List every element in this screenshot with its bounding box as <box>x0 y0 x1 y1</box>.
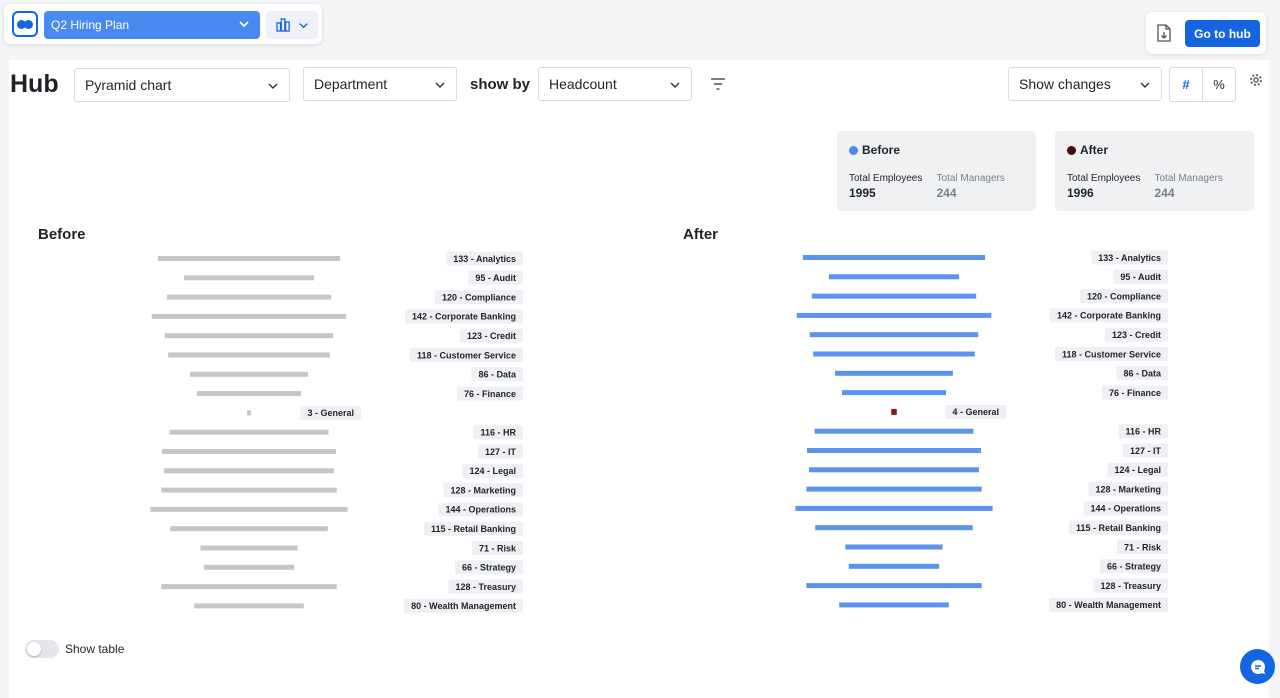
bar-it[interactable] <box>807 448 981 453</box>
bar-label: 116 - HR <box>1125 427 1161 437</box>
bar-label: 128 - Marketing <box>1095 484 1161 494</box>
bar-compliance[interactable] <box>811 293 977 299</box>
show-table-toggle[interactable] <box>25 640 59 658</box>
bar-label: 115 - Retail Banking <box>431 524 516 534</box>
bar-marketing[interactable] <box>161 487 337 493</box>
bar-analytics[interactable] <box>157 256 341 261</box>
bar-label: 124 - Legal <box>469 466 516 476</box>
bar-operations[interactable] <box>150 506 348 512</box>
bar-label: 95 - Audit <box>1120 272 1161 282</box>
bar-credit[interactable] <box>164 333 334 339</box>
bar-strategy[interactable] <box>203 564 295 570</box>
bar-label: 128 - Treasury <box>1100 581 1161 591</box>
show-table-label: Show table <box>65 642 125 656</box>
bar-strategy[interactable] <box>848 563 940 569</box>
bar-label: 4 - General <box>952 407 999 417</box>
bar-label: 80 - Wealth Management <box>1056 600 1161 610</box>
bar-it[interactable] <box>162 449 336 454</box>
bar-label: 128 - Marketing <box>450 485 516 495</box>
bar-label: 76 - Finance <box>1109 388 1161 398</box>
bar-label: 66 - Strategy <box>462 563 516 573</box>
bar-label: 116 - HR <box>480 428 516 438</box>
bar-label: 95 - Audit <box>475 273 516 283</box>
bar-label: 142 - Corporate Banking <box>412 312 516 322</box>
bar-label: 144 - Operations <box>445 505 516 515</box>
bar-retail-banking[interactable] <box>170 526 328 532</box>
bar-operations[interactable] <box>795 505 993 511</box>
bar-label: 123 - Credit <box>1112 330 1161 340</box>
bar-audit[interactable] <box>183 275 315 281</box>
bar-legal[interactable] <box>164 468 334 474</box>
bar-risk[interactable] <box>200 545 298 551</box>
bar-label: 86 - Data <box>478 370 517 380</box>
bar-treasury[interactable] <box>806 583 982 589</box>
bar-corporate-banking[interactable] <box>151 313 347 319</box>
chat-icon <box>1250 659 1265 674</box>
bar-label: 3 - General <box>307 408 354 418</box>
bar-label: 115 - Retail Banking <box>1076 523 1161 533</box>
bar-analytics[interactable] <box>802 255 986 260</box>
bar-data[interactable] <box>835 370 953 376</box>
chat-support-button[interactable] <box>1240 649 1275 684</box>
bar-label: 120 - Compliance <box>1087 291 1161 301</box>
bar-label: 144 - Operations <box>1090 504 1161 514</box>
bar-label: 142 - Corporate Banking <box>1057 311 1161 321</box>
bar-finance[interactable] <box>196 391 302 397</box>
bar-label: 120 - Compliance <box>442 292 516 302</box>
bar-data[interactable] <box>190 371 308 377</box>
bar-corporate-banking[interactable] <box>796 312 992 318</box>
bar-customer-service[interactable] <box>168 352 330 358</box>
bar-wealth-management[interactable] <box>839 602 949 608</box>
bar-retail-banking[interactable] <box>815 525 973 531</box>
toggle-knob <box>27 642 41 656</box>
bar-label: 118 - Customer Service <box>417 350 516 360</box>
bar-audit[interactable] <box>828 274 960 280</box>
bar-label: 123 - Credit <box>467 331 516 341</box>
bar-credit[interactable] <box>809 332 979 338</box>
bar-legal[interactable] <box>809 467 979 473</box>
bar-label: 124 - Legal <box>1114 465 1161 475</box>
bar-finance[interactable] <box>841 390 947 396</box>
bar-hr[interactable] <box>814 428 974 434</box>
bar-label: 66 - Strategy <box>1107 562 1161 572</box>
bar-compliance[interactable] <box>166 294 332 300</box>
bar-general[interactable] <box>891 408 897 415</box>
bar-label: 133 - Analytics <box>1098 253 1161 263</box>
bar-label: 128 - Treasury <box>455 582 516 592</box>
bar-label: 133 - Analytics <box>453 254 516 264</box>
bar-general[interactable] <box>246 410 252 416</box>
bar-customer-service[interactable] <box>813 351 975 357</box>
bar-hr[interactable] <box>169 429 329 435</box>
bar-label: 127 - IT <box>485 447 517 457</box>
bar-treasury[interactable] <box>161 584 337 590</box>
bar-marketing[interactable] <box>806 486 982 492</box>
pyramid-charts: 133 - Analytics 95 - Audit 120 - Complianc… <box>150 250 1168 613</box>
bar-label: 118 - Customer Service <box>1062 349 1161 359</box>
bar-label: 71 - Risk <box>479 543 517 553</box>
bar-risk[interactable] <box>845 544 943 550</box>
bar-label: 80 - Wealth Management <box>411 601 516 611</box>
bar-label: 76 - Finance <box>464 389 516 399</box>
bar-label: 127 - IT <box>1130 446 1162 456</box>
bar-label: 86 - Data <box>1123 369 1162 379</box>
bar-label: 71 - Risk <box>1124 542 1162 552</box>
bar-wealth-management[interactable] <box>194 603 304 609</box>
